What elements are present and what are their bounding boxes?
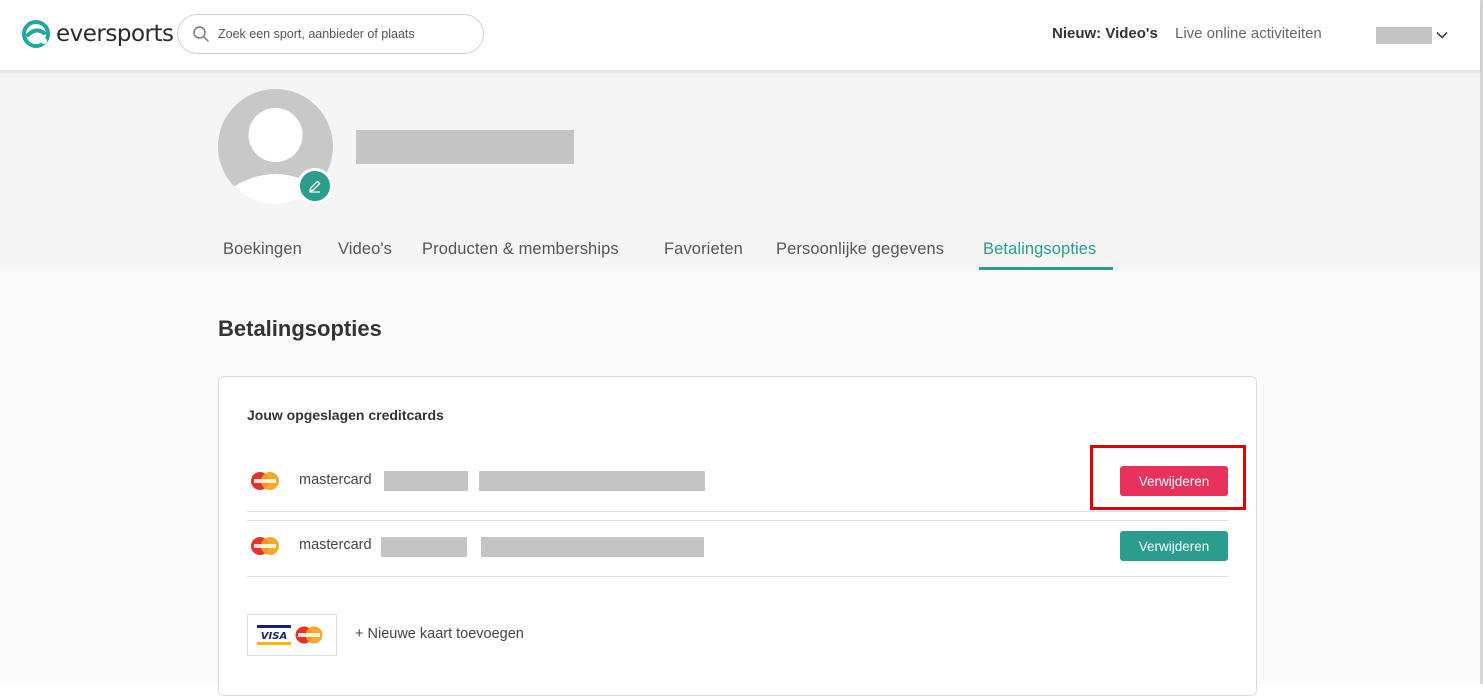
saved-cards-heading: Jouw opgeslagen creditcards [247,407,444,423]
pencil-icon [309,180,321,193]
list-item: mastercard [247,520,1228,578]
tab-videos[interactable]: Video's [338,240,392,259]
edit-avatar-button[interactable] [297,168,333,204]
mastercard-icon [251,472,279,490]
delete-card-button[interactable]: Verwijderen [1120,531,1228,561]
tab-betalingsopties[interactable]: Betalingsopties [983,240,1096,259]
card-number-redacted [381,537,467,557]
card-brand-label: mastercard [299,472,372,488]
highlight-annotation [1090,445,1246,510]
nav-link-live-online[interactable]: Live online activiteiten [1175,25,1322,42]
nav-link-new-videos[interactable]: Nieuw: Video's [1052,25,1158,42]
row-divider [247,511,1228,512]
card-brand-label: mastercard [299,537,372,553]
visa-mastercard-icon: VISA [257,625,323,645]
search-icon [193,26,209,42]
card-details-redacted [479,471,705,491]
add-new-card-link[interactable]: + Nieuwe kaart toevoegen [355,626,524,642]
row-divider [247,576,1228,577]
tab-producten-memberships[interactable]: Producten & memberships [422,240,619,259]
search-box[interactable] [177,14,484,54]
card-details-redacted [481,537,704,557]
svg-text:VISA: VISA [261,631,287,642]
chevron-down-icon[interactable] [1435,28,1449,42]
tab-boekingen[interactable]: Boekingen [223,240,302,259]
top-navigation-bar: eversports Nieuw: Video's Live online ac… [0,0,1480,71]
user-menu-name-redacted[interactable] [1376,27,1432,44]
card-number-redacted [384,471,468,491]
tab-persoonlijke-gegevens[interactable]: Persoonlijke gegevens [776,240,944,259]
tab-favorieten[interactable]: Favorieten [664,240,743,259]
search-input[interactable] [216,26,470,42]
logo-text: eversports [56,21,174,47]
accepted-cards-logo: VISA [247,614,337,656]
eversports-logo-icon [22,20,50,48]
eversports-logo[interactable]: eversports [22,20,174,48]
profile-name-redacted [356,130,574,164]
mastercard-icon [251,537,279,555]
list-item: mastercard [247,452,1228,510]
page-title: Betalingsopties [218,316,382,341]
active-tab-indicator [979,267,1113,270]
